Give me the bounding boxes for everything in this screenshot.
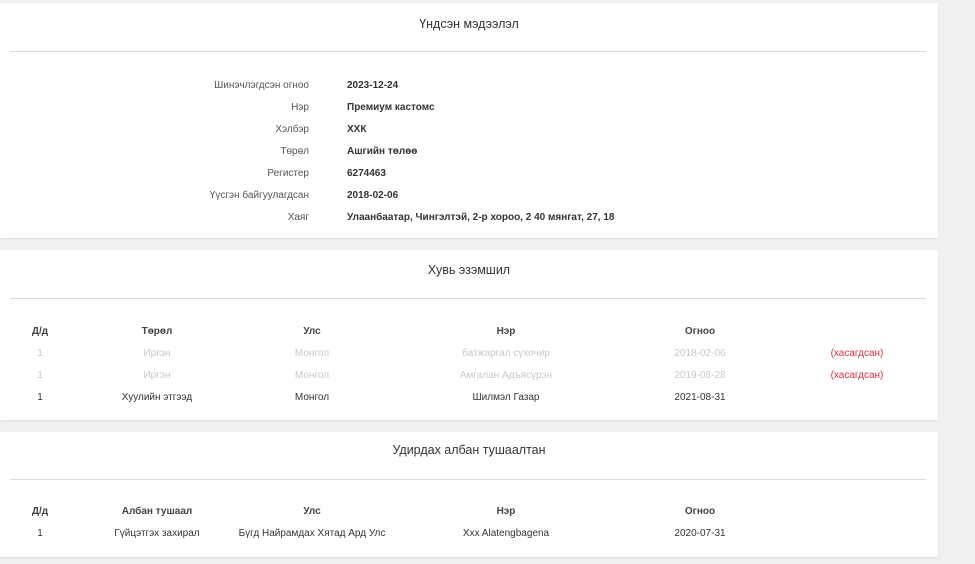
cell-type: Иргэн xyxy=(143,370,171,381)
info-row-register: Регистер 6274463 xyxy=(0,168,938,184)
col-header-country: Улс xyxy=(303,326,321,337)
table-row: 1 Иргэн Монгол батжаргал сүхочир 2018-02… xyxy=(0,348,938,364)
cell-date: 2018-02-06 xyxy=(674,348,726,359)
ownership-divider xyxy=(10,298,926,299)
col-header-country: Улс xyxy=(303,506,321,517)
cell-country: Монгол xyxy=(294,348,330,359)
management-card: Удирдах албан тушаалтан Д/д Албан тушаал… xyxy=(0,432,938,557)
info-label: Хэлбэр xyxy=(275,124,309,135)
info-value: 2018-02-06 xyxy=(347,190,399,201)
cell-date: 2019-08-28 xyxy=(674,370,726,381)
cell-type: Хуулийн этгээд xyxy=(121,392,193,403)
info-row-founded: Үүсгэн байгуулагдсан 2018-02-06 xyxy=(0,190,938,206)
cell-type: Иргэн xyxy=(143,348,171,359)
info-value: 2023-12-24 xyxy=(347,80,399,91)
cell-name: батжаргал сүхочир xyxy=(462,348,550,359)
ownership-card: Хувь эзэмшил Д/д Төрөл Улс Нэр Огноо 1 И… xyxy=(0,250,938,420)
info-row-type: Төрөл Ашгийн төлөө xyxy=(0,146,938,162)
cell-date: 2021-08-31 xyxy=(674,392,726,403)
info-label: Шинэчлэгдсэн огноо xyxy=(214,80,309,91)
col-header-name: Нэр xyxy=(496,506,516,517)
cell-country: Монгол xyxy=(294,370,330,381)
info-label: Үүсгэн байгуулагдсан xyxy=(209,190,309,201)
info-value: Ашгийн төлөө xyxy=(347,146,418,157)
cell-name: Xxx Alatengbagena xyxy=(462,528,550,539)
cell-name: Шилмэл Газар xyxy=(472,392,540,403)
info-label: Нэр xyxy=(291,102,309,113)
info-value: ХХК xyxy=(347,124,367,135)
cell-no: 1 xyxy=(37,528,43,539)
info-value: 6274463 xyxy=(347,168,386,179)
ownership-header-row: Д/д Төрөл Улс Нэр Огноо xyxy=(0,326,938,342)
info-label: Хаяг xyxy=(287,212,309,223)
info-label: Төрөл xyxy=(280,146,309,157)
cell-position: Гүйцэтгэх захирал xyxy=(114,528,200,539)
col-header-no: Д/д xyxy=(31,506,49,517)
basic-info-card: Үндсэн мэдээлэл Шинэчлэгдсэн огноо 2023-… xyxy=(0,3,938,238)
info-row-address: Хаяг Улаанбаатар, Чингэлтэй, 2-р хороо, … xyxy=(0,212,938,228)
management-header-row: Д/д Албан тушаал Улс Нэр Огноо xyxy=(0,506,938,522)
cell-no: 1 xyxy=(37,370,43,381)
cell-country: Монгол xyxy=(294,392,330,403)
info-row-name: Нэр Премиум кастомс xyxy=(0,102,938,118)
basic-info-divider xyxy=(10,51,926,52)
cell-country: Бүгд Найрамдах Хятад Ард Улс xyxy=(238,528,386,539)
removed-status: (хасагдсан) xyxy=(830,348,884,359)
table-row: 1 Гүйцэтгэх захирал Бүгд Найрамдах Хятад… xyxy=(0,528,938,544)
info-value: Премиум кастомс xyxy=(347,102,435,113)
management-title: Удирдах албан тушаалтан xyxy=(392,443,546,457)
removed-status: (хасагдсан) xyxy=(830,370,884,381)
info-row-form: Хэлбэр ХХК xyxy=(0,124,938,140)
info-label: Регистер xyxy=(267,168,309,179)
basic-info-title: Үндсэн мэдээлэл xyxy=(419,17,519,31)
col-header-date: Огноо xyxy=(684,506,716,517)
col-header-date: Огноо xyxy=(684,326,716,337)
info-row-updated: Шинэчлэгдсэн огноо 2023-12-24 xyxy=(0,80,938,96)
col-header-no: Д/д xyxy=(31,326,49,337)
table-row: 1 Хуулийн этгээд Монгол Шилмэл Газар 202… xyxy=(0,392,938,408)
col-header-name: Нэр xyxy=(496,326,516,337)
col-header-type: Төрөл xyxy=(141,326,173,337)
management-divider xyxy=(10,479,926,480)
col-header-position: Албан тушаал xyxy=(121,506,193,517)
info-value: Улаанбаатар, Чингэлтэй, 2-р хороо, 2 40 … xyxy=(347,212,615,223)
cell-date: 2020-07-31 xyxy=(674,528,726,539)
cell-name: Амгалан Адъясүрэн xyxy=(459,370,553,381)
cell-no: 1 xyxy=(37,348,43,359)
cell-no: 1 xyxy=(37,392,43,403)
table-row: 1 Иргэн Монгол Амгалан Адъясүрэн 2019-08… xyxy=(0,370,938,386)
ownership-title: Хувь эзэмшил xyxy=(427,263,511,277)
